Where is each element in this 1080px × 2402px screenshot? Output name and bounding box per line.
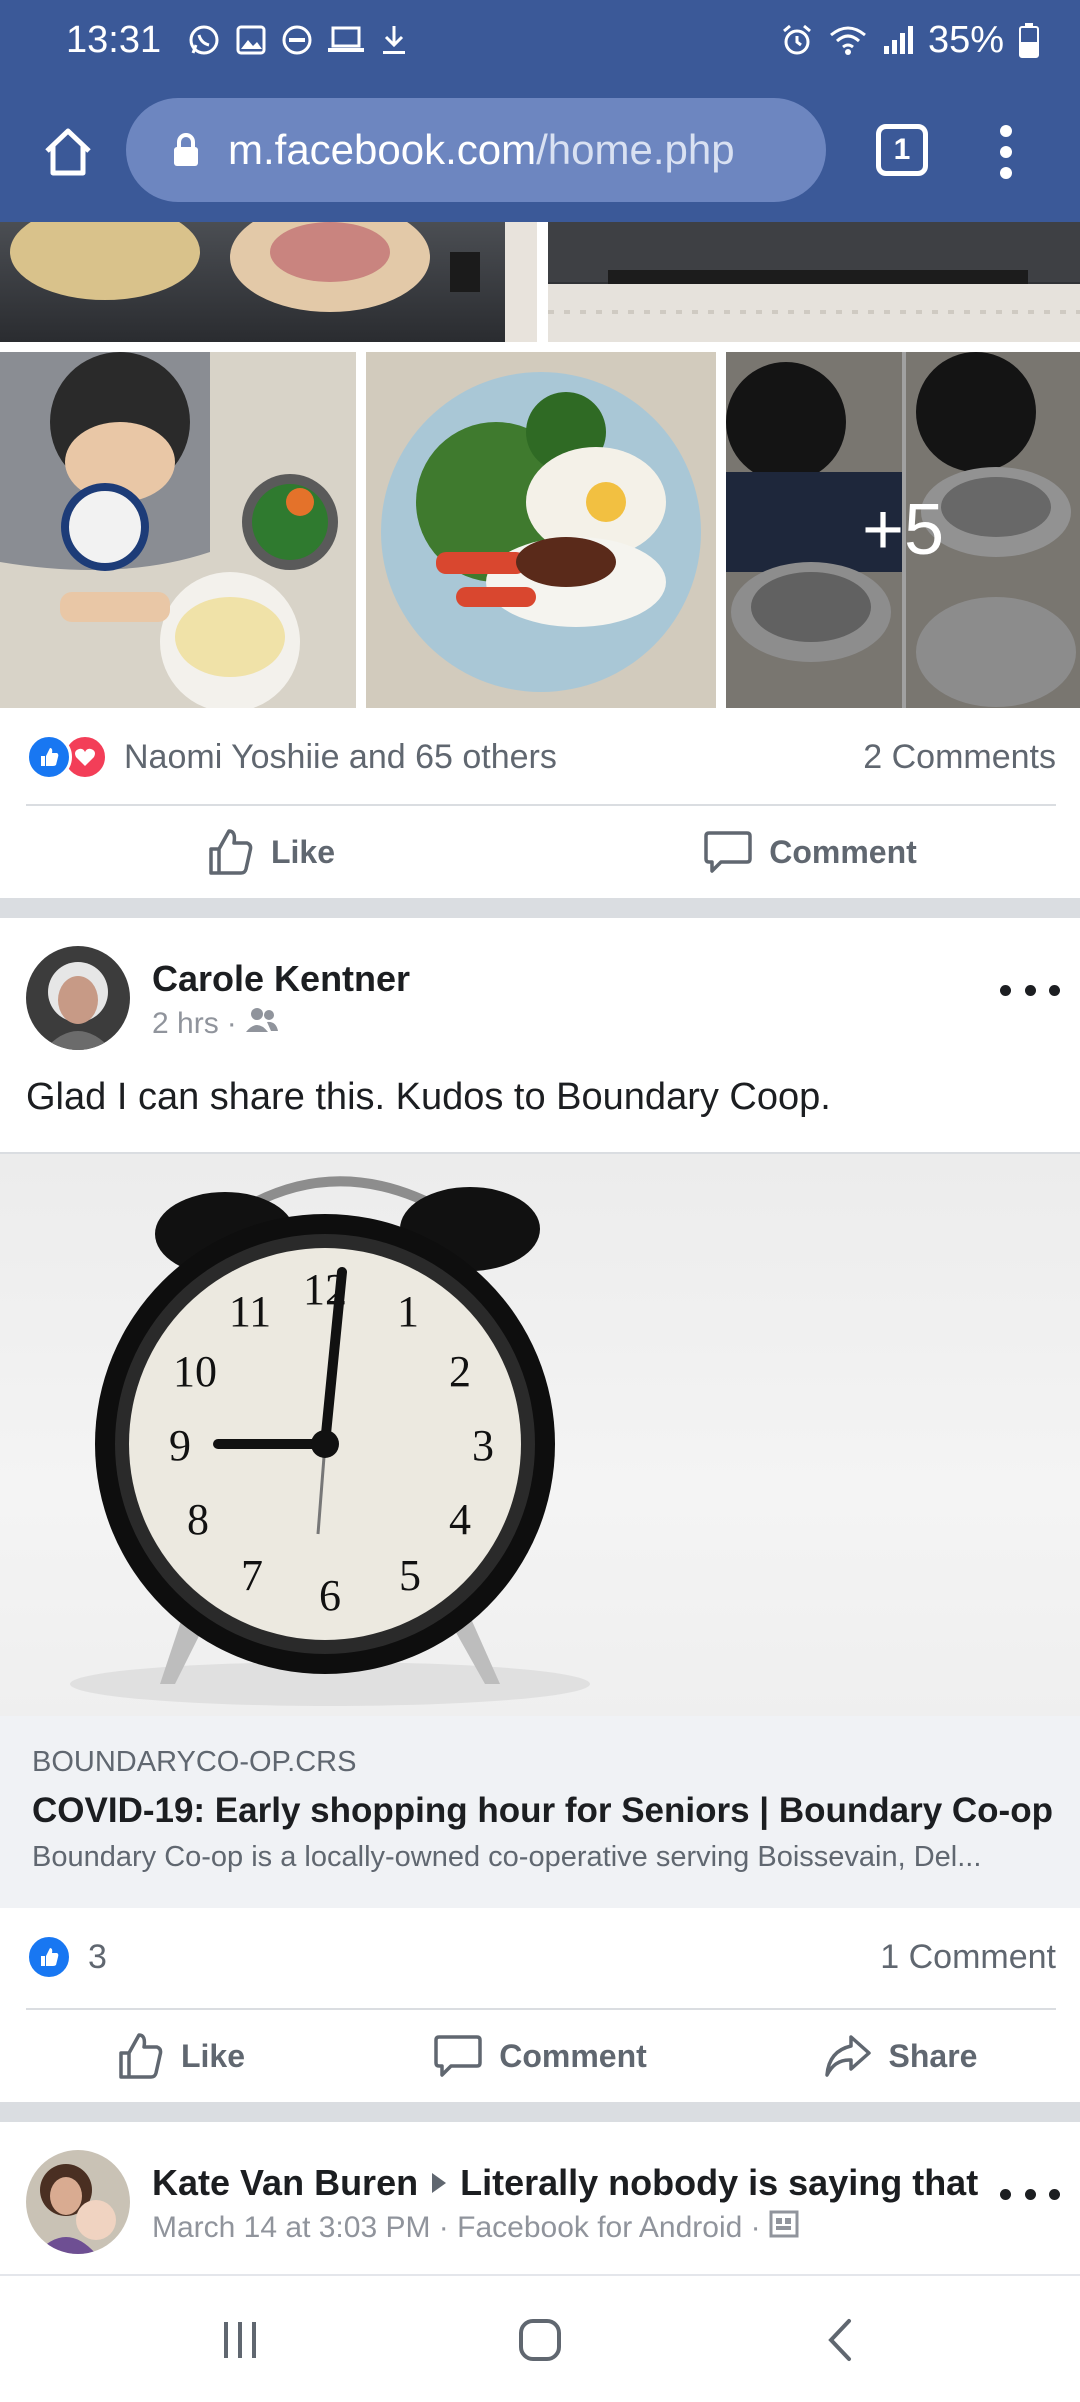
browser-menu-button[interactable] [986,120,1026,184]
battery-percent: 35% [927,18,1004,61]
svg-text:4: 4 [449,1495,471,1544]
svg-text:9: 9 [169,1421,191,1470]
dnd-icon [281,24,313,56]
tab-count: 1 [893,133,911,166]
share-label: Share [888,2037,978,2074]
recent-apps-button[interactable] [200,2310,280,2370]
post-author[interactable]: Carole Kentner [152,958,410,1000]
laptop-icon [327,25,365,55]
home-circle-icon [519,2319,561,2361]
album-icon [769,2210,799,2246]
image-icon [235,24,267,56]
post-actions: Like Comment [0,806,1080,898]
recents-icon [224,2322,256,2358]
feed-separator [0,898,1080,918]
svg-text:10: 10 [173,1347,217,1396]
link-description: Boundary Co-op is a locally-owned co-ope… [32,1841,982,1873]
comment-label: Comment [769,833,917,870]
comments-count[interactable]: 2 Comments [863,738,1056,777]
like-icon [209,829,253,875]
post-photo[interactable] [548,222,1080,342]
link-domain: BOUNDARYCO-OP.CRS [32,1746,357,1778]
download-icon [379,23,409,57]
signal-icon [882,24,914,56]
comment-button[interactable]: Comment [540,827,1080,877]
comment-icon [704,831,752,873]
status-time: 13:31 [66,18,162,61]
comment-button[interactable]: Comment [360,2031,720,2081]
wifi-icon [828,24,868,56]
svg-text:5: 5 [399,1551,421,1600]
back-icon [828,2319,851,2361]
link-title: COVID-19: Early shopping hour for Senior… [32,1791,1053,1830]
back-button[interactable] [800,2310,880,2370]
post-photo[interactable] [366,352,716,708]
like-reaction-icon [26,734,72,780]
like-button[interactable]: Like [0,2031,360,2081]
status-bar: 13:31 35% [0,0,1080,80]
post-time-source[interactable]: March 14 at 3:03 PM · Facebook for Andro… [152,2211,761,2245]
meta-dot: · [226,1007,237,1040]
post-meta: 2 hrs · [152,1006,279,1042]
more-photos-count: +5 [726,352,1080,708]
post-options-button[interactable] [1000,2174,1060,2214]
post-text: Glad I can share this. Kudos to Boundary… [26,1076,831,1118]
post-header-line: Kate Van Buren Literally nobody is sayin… [152,2162,978,2204]
reactions-text: Naomi Yoshiie and 65 others [124,737,557,776]
share-button[interactable]: Share [720,2031,1080,2081]
url-path: /home.php [536,126,735,173]
post-target[interactable]: Literally nobody is saying that [460,2162,978,2204]
svg-text:3: 3 [472,1421,494,1470]
like-reaction-icon [26,1934,72,1980]
post-time[interactable]: 2 hrs [152,1007,219,1041]
reactions-summary[interactable]: Naomi Yoshiie and 65 others 2 Comments [26,722,1056,792]
svg-text:11: 11 [229,1287,271,1336]
tab-switcher-button[interactable]: 1 [876,124,928,176]
post-photo[interactable] [0,222,537,342]
post-meta: March 14 at 3:03 PM · Facebook for Andro… [152,2210,799,2246]
url-host: m.facebook.com [228,126,537,173]
address-bar[interactable]: m.facebook.com/home.php [126,98,826,202]
avatar[interactable] [26,946,130,1050]
post-options-button[interactable] [1000,970,1060,1010]
comment-icon [434,2035,482,2077]
system-nav-bar [0,2274,1080,2402]
like-icon [119,2033,163,2079]
likes-count: 3 [88,1937,107,1976]
reactions-summary[interactable]: 3 1 Comment [26,1922,1056,1992]
battery-icon [1018,22,1040,58]
browser-toolbar: m.facebook.com/home.php 1 [0,80,1080,222]
post-photo-more[interactable]: +5 [726,352,1080,708]
link-preview-body[interactable]: BOUNDARYCO-OP.CRS COVID-19: Early shoppi… [0,1716,1080,1908]
svg-text:8: 8 [187,1495,209,1544]
post-author[interactable]: Kate Van Buren [152,2162,418,2204]
home-button[interactable] [36,120,100,184]
svg-text:7: 7 [241,1551,263,1600]
post-actions: Like Comment Share [0,2010,1080,2102]
svg-text:2: 2 [449,1347,471,1396]
comments-count[interactable]: 1 Comment [880,1938,1056,1977]
svg-text:1: 1 [397,1287,419,1336]
feed-separator [0,2102,1080,2122]
home-nav-button[interactable] [500,2310,580,2370]
lock-icon [172,132,200,168]
like-label: Like [270,833,336,870]
share-icon [824,2035,871,2077]
alarm-icon [780,23,814,57]
link-preview-image[interactable]: 12 1 2 3 4 5 6 7 8 9 10 11 [0,1152,1080,1718]
like-label: Like [180,2037,246,2074]
home-icon [45,128,91,176]
arrow-right-icon [430,2162,448,2204]
post-photo[interactable] [0,352,356,708]
whatsapp-icon [187,23,221,57]
like-button[interactable]: Like [0,827,540,877]
svg-text:6: 6 [319,1571,341,1620]
friends-icon [245,1006,279,1042]
avatar[interactable] [26,2150,130,2254]
comment-label: Comment [499,2037,647,2074]
